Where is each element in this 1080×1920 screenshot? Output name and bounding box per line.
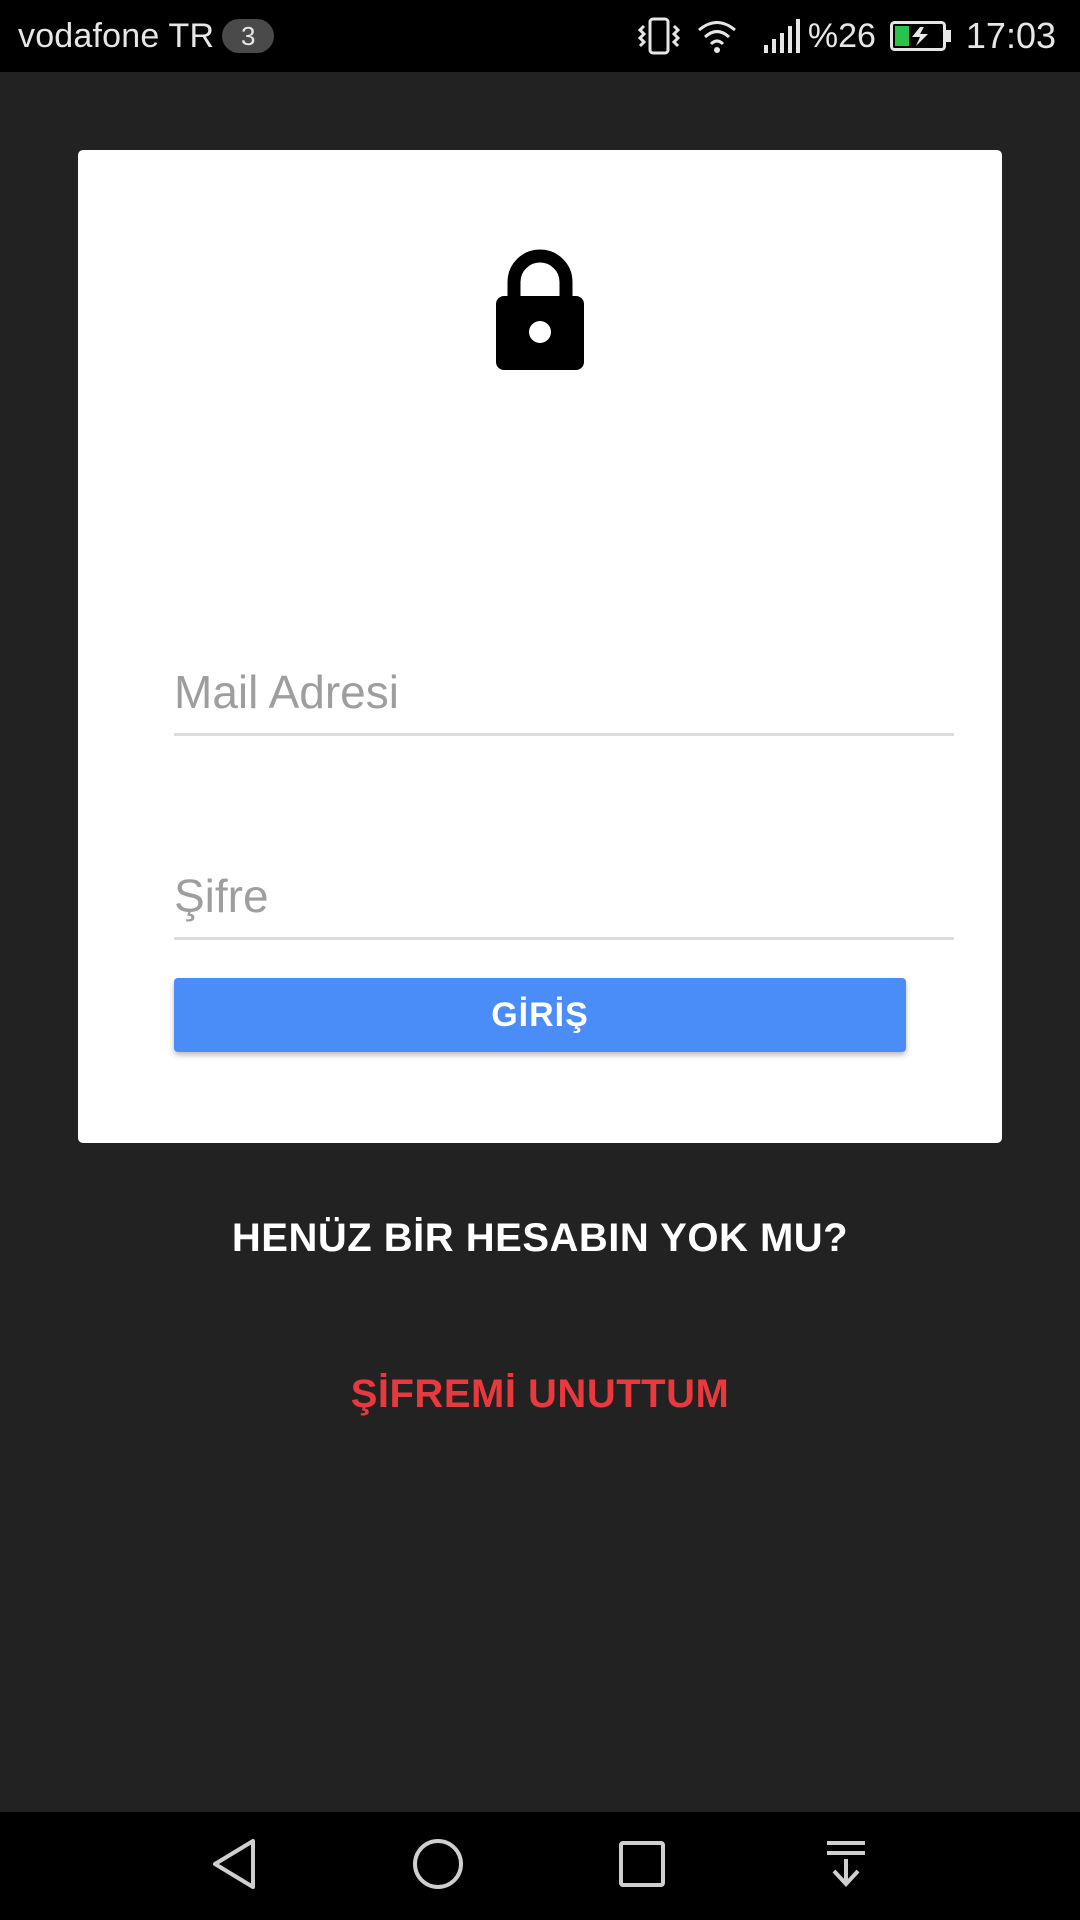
status-left: vodafone TR 3: [18, 16, 275, 56]
status-right: %26 17:03: [622, 15, 1056, 57]
recents-button[interactable]: [582, 1812, 702, 1920]
password-field: [174, 854, 954, 940]
status-bar: vodafone TR 3 %26 17:03: [0, 0, 1080, 72]
carrier-name: vodafone TR: [18, 16, 215, 55]
notification-count-badge: 3: [222, 19, 275, 53]
email-field: [174, 650, 954, 736]
battery-charging-icon: [889, 21, 952, 51]
notifications-pull-icon: [823, 1839, 869, 1894]
home-icon: [411, 1837, 465, 1896]
lock-icon: [490, 246, 590, 377]
lock-icon-wrap: [78, 246, 1002, 377]
clock: 17:03: [965, 15, 1056, 56]
battery-percent: %26: [807, 16, 876, 55]
notifications-pull-button[interactable]: [786, 1812, 906, 1920]
back-button[interactable]: [174, 1812, 294, 1920]
register-link[interactable]: HENÜZ BİR HESABIN YOK MU?: [0, 1216, 1080, 1261]
home-button[interactable]: [378, 1812, 498, 1920]
login-button[interactable]: GİRİŞ: [174, 978, 906, 1052]
email-input[interactable]: [174, 650, 954, 733]
back-icon: [209, 1837, 259, 1896]
signal-icon: [763, 19, 800, 53]
forgot-password-link[interactable]: ŞİFREMİ UNUTTUM: [0, 1372, 1080, 1417]
vibrate-icon: [636, 16, 682, 56]
login-card: GİRİŞ: [78, 150, 1002, 1143]
recents-icon: [617, 1839, 667, 1894]
password-input[interactable]: [174, 854, 954, 937]
navigation-bar: [0, 1812, 1080, 1920]
wifi-icon: [696, 18, 738, 54]
